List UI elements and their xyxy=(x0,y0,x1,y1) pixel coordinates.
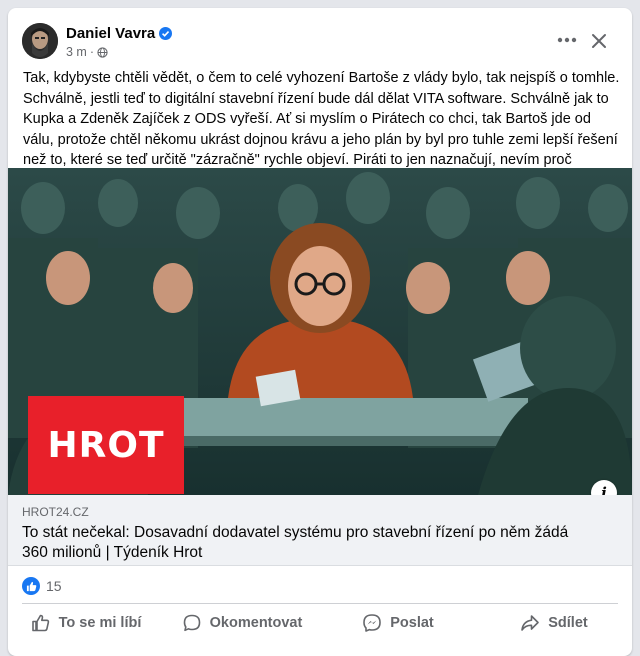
share-button[interactable]: Sdílet xyxy=(476,606,632,640)
post-meta: 3 m · xyxy=(66,45,108,59)
post-card: Daniel Vavra 3 m · Tak, kdybyste chtěli … xyxy=(8,8,632,656)
comment-button[interactable]: Okomentovat xyxy=(164,606,320,640)
like-reaction-icon xyxy=(22,577,40,595)
post-header: Daniel Vavra 3 m · xyxy=(8,8,632,66)
more-icon xyxy=(557,37,577,43)
action-bar: To se mi líbí Okomentovat Poslat Sdílet xyxy=(8,606,632,640)
meta-separator: · xyxy=(89,45,95,59)
send-button[interactable]: Poslat xyxy=(320,606,476,640)
like-label: To se mi líbí xyxy=(58,615,142,631)
close-icon[interactable] xyxy=(588,30,610,52)
link-domain: HROT24.CZ xyxy=(22,505,89,519)
comment-icon xyxy=(183,614,200,632)
link-preview-box[interactable]: HROT24.CZ To stát nečekal: Dosavadní dod… xyxy=(8,495,632,566)
send-label: Poslat xyxy=(390,615,434,631)
divider xyxy=(22,603,618,604)
author-name[interactable]: Daniel Vavra xyxy=(66,25,173,42)
link-preview-image[interactable]: HROT xyxy=(8,168,632,495)
thumbs-up-icon xyxy=(31,614,49,632)
share-label: Sdílet xyxy=(548,615,588,631)
share-icon xyxy=(521,615,540,631)
hrot-logo: HROT xyxy=(28,396,184,494)
author-name-text[interactable]: Daniel Vavra xyxy=(66,25,155,42)
link-title[interactable]: To stát nečekal: Dosavadní dodavatel sys… xyxy=(22,523,582,563)
reaction-count: 15 xyxy=(46,578,62,594)
messenger-icon xyxy=(363,614,382,632)
verified-badge-icon xyxy=(159,27,173,40)
post-time[interactable]: 3 m xyxy=(66,45,87,59)
more-options-button[interactable] xyxy=(553,30,581,50)
globe-icon xyxy=(97,46,108,58)
reaction-summary[interactable]: 15 xyxy=(22,576,62,596)
avatar[interactable] xyxy=(22,23,58,59)
like-button[interactable]: To se mi líbí xyxy=(8,606,164,640)
comment-label: Okomentovat xyxy=(209,615,303,631)
